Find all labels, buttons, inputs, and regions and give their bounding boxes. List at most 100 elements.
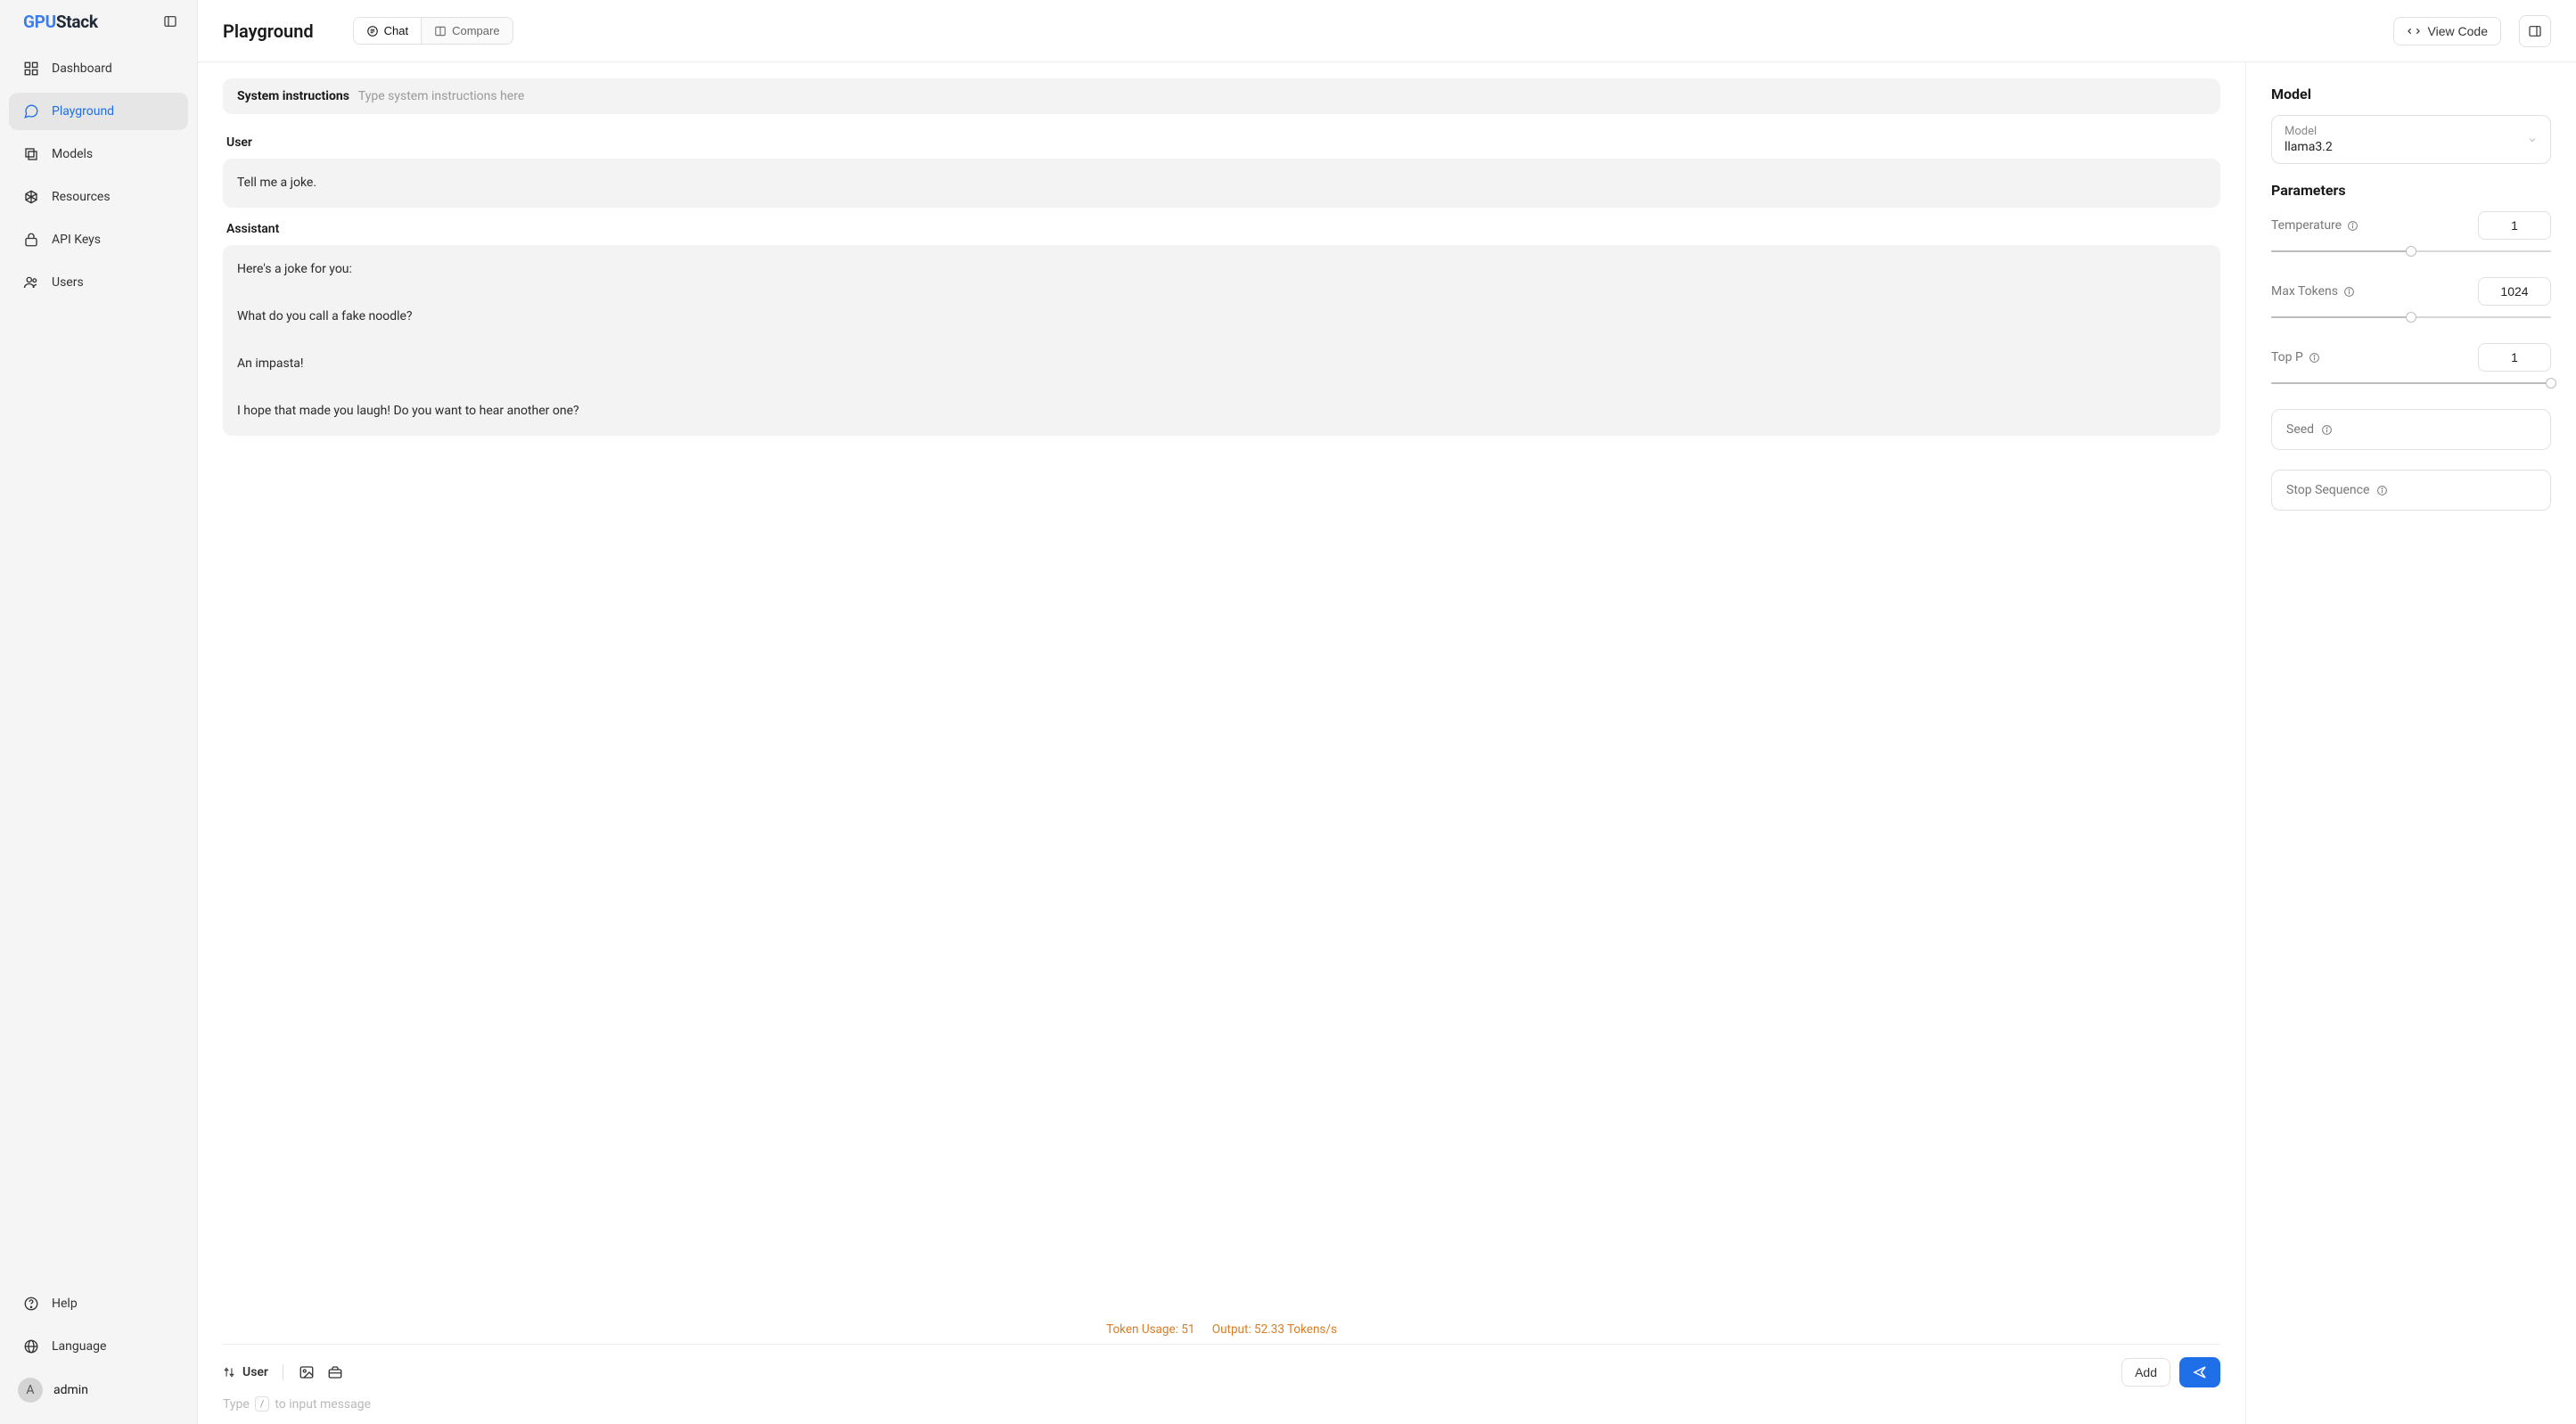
sidebar-item-dashboard[interactable]: Dashboard xyxy=(9,50,188,87)
btn-label: View Code xyxy=(2428,24,2488,38)
nav-label: API Keys xyxy=(52,233,101,247)
nav-label: Resources xyxy=(52,190,111,204)
param-stop-sequence[interactable]: Stop Sequence xyxy=(2271,470,2551,511)
sidebar-item-models[interactable]: Models xyxy=(9,135,188,173)
info-icon[interactable] xyxy=(2343,286,2355,298)
page-title: Playground xyxy=(223,20,314,42)
avatar: A xyxy=(18,1378,43,1403)
chat-bubble-icon xyxy=(23,103,39,119)
content-body: System instructions Type system instruct… xyxy=(198,62,2576,1424)
top-p-input[interactable] xyxy=(2478,343,2551,372)
chat-icon xyxy=(366,25,379,37)
logo-prefix: GPU xyxy=(23,12,56,32)
sidebar-item-users[interactable]: Users xyxy=(9,264,188,301)
help-icon xyxy=(23,1296,39,1312)
swap-icon xyxy=(223,1366,235,1379)
mode-segmented: Chat Compare xyxy=(353,17,513,45)
view-code-button[interactable]: View Code xyxy=(2393,17,2501,45)
parameters-section-title: Parameters xyxy=(2271,182,2551,199)
temperature-input[interactable] xyxy=(2478,211,2551,240)
role-toggle[interactable]: User xyxy=(223,1365,268,1379)
footer-label: Help xyxy=(52,1297,78,1311)
output-speed: Output: 52.33 Tokens/s xyxy=(1212,1322,1337,1337)
image-icon xyxy=(299,1364,315,1380)
tab-chat[interactable]: Chat xyxy=(354,18,421,44)
attach-image-button[interactable] xyxy=(298,1363,316,1381)
top-p-slider[interactable] xyxy=(2271,377,2551,389)
nav: Dashboard Playground Models Resources AP… xyxy=(0,43,197,1278)
hint-pre: Type xyxy=(223,1397,250,1412)
toolbox-icon xyxy=(327,1364,343,1380)
model-select[interactable]: Model llama3.2 xyxy=(2271,115,2551,164)
layers-icon xyxy=(23,146,39,162)
assistant-message-block: Assistant Here's a joke for you: What do… xyxy=(223,217,2220,436)
panel-icon xyxy=(2528,24,2542,38)
user-name: admin xyxy=(53,1383,88,1397)
model-select-value: llama3.2 xyxy=(2285,140,2538,154)
brand-logo: GPUStack xyxy=(23,12,98,32)
role-toggle-label: User xyxy=(242,1365,268,1379)
layout-toggle-button[interactable] xyxy=(2519,15,2551,47)
param-temperature: Temperature xyxy=(2271,211,2551,258)
slash-key: / xyxy=(255,1396,270,1412)
tab-compare[interactable]: Compare xyxy=(421,18,512,44)
lock-icon xyxy=(23,232,39,248)
sidebar-item-resources[interactable]: Resources xyxy=(9,178,188,216)
user-message-block: User Tell me a joke. xyxy=(223,130,2220,208)
max-tokens-slider[interactable] xyxy=(2271,311,2551,323)
system-label: System instructions xyxy=(237,89,349,103)
sidebar: GPUStack Dashboard Playground Models xyxy=(0,0,198,1424)
system-placeholder: Type system instructions here xyxy=(358,89,524,103)
param-label: Top P xyxy=(2271,350,2320,364)
assistant-message[interactable]: Here's a joke for you: What do you call … xyxy=(223,245,2220,436)
footer-label: Language xyxy=(52,1339,106,1354)
max-tokens-input[interactable] xyxy=(2478,277,2551,306)
tools-button[interactable] xyxy=(326,1363,344,1381)
system-instruction-input[interactable]: System instructions Type system instruct… xyxy=(223,78,2220,114)
sidebar-item-playground[interactable]: Playground xyxy=(9,93,188,130)
stats-bar: Token Usage: 51 Output: 52.33 Tokens/s xyxy=(223,1314,2220,1345)
composer: User Add xyxy=(223,1345,2220,1424)
sidebar-header: GPUStack xyxy=(0,0,197,43)
seed-label: Seed xyxy=(2286,422,2314,437)
composer-right: Add xyxy=(2121,1357,2220,1387)
compare-icon xyxy=(434,25,447,37)
main: Playground Chat Compare View Code System… xyxy=(198,0,2576,1424)
param-top-p: Top P xyxy=(2271,343,2551,389)
composer-hint[interactable]: Type / to input message xyxy=(223,1395,2220,1412)
stop-label: Stop Sequence xyxy=(2286,483,2369,497)
params-column: Model Model llama3.2 Parameters Temperat… xyxy=(2246,62,2576,1424)
sidebar-collapse-button[interactable] xyxy=(160,11,181,32)
grid-icon xyxy=(23,61,39,77)
send-button[interactable] xyxy=(2179,1357,2220,1387)
user-message[interactable]: Tell me a joke. xyxy=(223,159,2220,208)
btn-label: Add xyxy=(2135,1365,2157,1379)
role-assistant-label: Assistant xyxy=(226,222,2217,236)
nav-label: Models xyxy=(52,147,93,161)
info-icon[interactable] xyxy=(2309,352,2320,364)
sidebar-item-api-keys[interactable]: API Keys xyxy=(9,221,188,258)
tab-label: Chat xyxy=(384,24,408,37)
tab-label: Compare xyxy=(452,24,499,37)
param-label: Max Tokens xyxy=(2271,284,2355,299)
collapse-icon xyxy=(163,14,177,29)
sidebar-item-help[interactable]: Help xyxy=(9,1285,188,1322)
chat-column: System instructions Type system instruct… xyxy=(198,62,2246,1424)
info-icon xyxy=(2321,424,2333,436)
param-seed[interactable]: Seed xyxy=(2271,409,2551,450)
temperature-slider[interactable] xyxy=(2271,245,2551,258)
add-message-button[interactable]: Add xyxy=(2121,1358,2170,1387)
nav-label: Playground xyxy=(52,104,114,119)
globe-icon xyxy=(23,1338,39,1354)
model-section-title: Model xyxy=(2271,86,2551,102)
topbar: Playground Chat Compare View Code xyxy=(198,0,2576,62)
info-icon[interactable] xyxy=(2347,220,2359,232)
sidebar-item-language[interactable]: Language xyxy=(9,1328,188,1365)
code-icon xyxy=(2407,24,2421,38)
role-user-label: User xyxy=(226,135,2217,150)
param-label: Temperature xyxy=(2271,218,2359,233)
chevron-down-icon xyxy=(2527,135,2538,145)
chip-icon xyxy=(23,189,39,205)
user-menu[interactable]: A admin xyxy=(9,1371,188,1410)
sidebar-footer: Help Language A admin xyxy=(0,1278,197,1424)
